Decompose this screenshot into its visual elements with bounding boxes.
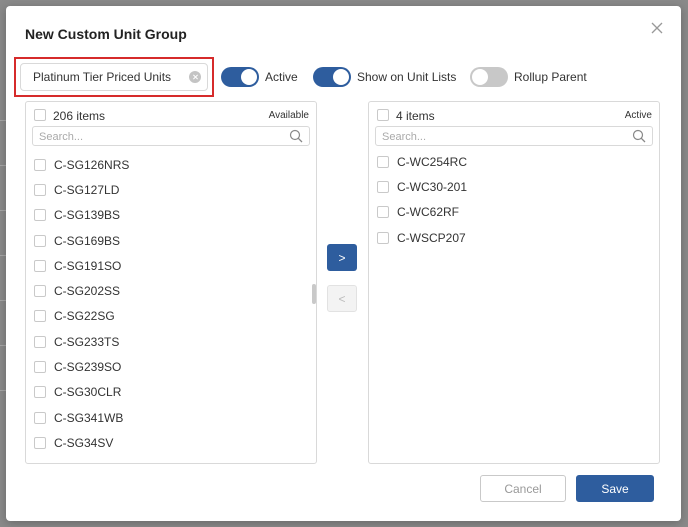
rollup-parent-label: Rollup Parent bbox=[514, 70, 587, 84]
item-label: C-SG34SV bbox=[54, 435, 114, 450]
list-item[interactable]: C-SG127LD bbox=[26, 177, 316, 202]
item-checkbox[interactable] bbox=[34, 335, 46, 348]
available-count: 206 items bbox=[53, 109, 106, 123]
list-item[interactable]: C-SG202SS bbox=[26, 278, 316, 303]
show-on-unit-lists-toggle[interactable] bbox=[313, 67, 351, 87]
cancel-button[interactable]: Cancel bbox=[480, 475, 566, 502]
toggle-knob bbox=[333, 69, 349, 85]
active-search-input[interactable] bbox=[376, 128, 616, 146]
close-icon[interactable] bbox=[649, 20, 665, 36]
scrollbar-thumb[interactable] bbox=[312, 284, 316, 304]
active-toggle-label: Active bbox=[265, 70, 298, 84]
list-item[interactable]: C-SG22SG bbox=[26, 304, 316, 329]
list-item[interactable]: C-WC254RC bbox=[369, 149, 659, 174]
item-label: C-SG22SG bbox=[54, 309, 115, 324]
item-checkbox[interactable] bbox=[34, 386, 46, 399]
move-to-available-button[interactable]: < bbox=[327, 285, 357, 312]
item-checkbox[interactable] bbox=[34, 411, 46, 424]
available-search-input[interactable] bbox=[33, 128, 273, 146]
list-item[interactable]: C-SG239SO bbox=[26, 354, 316, 379]
item-label: C-SG233TS bbox=[54, 334, 120, 349]
item-label: C-SG30CLR bbox=[54, 385, 122, 400]
item-checkbox[interactable] bbox=[34, 285, 46, 298]
rollup-parent-toggle[interactable] bbox=[470, 67, 508, 87]
item-checkbox[interactable] bbox=[34, 310, 46, 323]
list-item[interactable]: C-SG169BS bbox=[26, 228, 316, 253]
item-checkbox[interactable] bbox=[34, 158, 46, 171]
item-checkbox[interactable] bbox=[377, 155, 389, 168]
item-checkbox[interactable] bbox=[34, 361, 46, 374]
list-item[interactable]: C-SG126NRS bbox=[26, 152, 316, 177]
item-checkbox[interactable] bbox=[34, 234, 46, 247]
search-icon[interactable] bbox=[632, 129, 646, 143]
list-item[interactable]: C-SG191SO bbox=[26, 253, 316, 278]
item-label: C-WC62RF bbox=[397, 205, 459, 220]
toggle-knob bbox=[472, 69, 488, 85]
item-checkbox[interactable] bbox=[377, 206, 389, 219]
available-panel: 206 items Available C-SG126NRSC-SG127LDC… bbox=[25, 101, 317, 464]
clear-input-icon[interactable] bbox=[189, 71, 201, 83]
active-panel: 4 items Active C-WC254RC C-WC30-201 C-WC62… bbox=[368, 101, 660, 464]
list-item[interactable]: C-WSCP207 bbox=[369, 225, 659, 250]
item-checkbox[interactable] bbox=[34, 209, 46, 222]
item-label: C-SG126NRS bbox=[54, 157, 130, 172]
active-search bbox=[375, 126, 653, 146]
item-checkbox[interactable] bbox=[34, 183, 46, 196]
item-label: C-SG169BS bbox=[54, 233, 121, 248]
item-label: C-SG341WB bbox=[54, 410, 124, 425]
show-on-unit-lists-label: Show on Unit Lists bbox=[357, 70, 457, 84]
item-checkbox[interactable] bbox=[34, 259, 46, 272]
list-item[interactable]: C-SG34SV bbox=[26, 430, 316, 455]
item-label: C-SG191SO bbox=[54, 258, 122, 273]
list-item[interactable]: C-WC30-201 bbox=[369, 174, 659, 199]
dialog-title: New Custom Unit Group bbox=[25, 26, 187, 42]
item-label: C-SG139BS bbox=[54, 208, 121, 223]
list-item[interactable]: C-WC62RF bbox=[369, 200, 659, 225]
available-search bbox=[32, 126, 310, 146]
item-checkbox[interactable] bbox=[377, 180, 389, 193]
item-label: C-SG127LD bbox=[54, 182, 120, 197]
item-checkbox[interactable] bbox=[34, 436, 46, 449]
list-item[interactable]: C-SG341WB bbox=[26, 405, 316, 430]
item-checkbox[interactable] bbox=[377, 231, 389, 244]
active-header-label: Active bbox=[624, 110, 652, 121]
select-all-available-checkbox[interactable] bbox=[34, 109, 46, 121]
item-label: C-SG202SS bbox=[54, 284, 121, 299]
list-item[interactable]: C-SG139BS bbox=[26, 203, 316, 228]
active-count: 4 items bbox=[396, 109, 435, 123]
group-name-input[interactable] bbox=[20, 63, 208, 91]
item-label: C-WSCP207 bbox=[397, 230, 466, 245]
item-label: C-WC254RC bbox=[397, 154, 468, 169]
available-item-list: C-SG126NRS C-SG127LD C-SG139BS C-SG169BS C-S… bbox=[26, 152, 316, 456]
active-toggle[interactable] bbox=[221, 67, 259, 87]
available-header-label: Available bbox=[268, 110, 309, 121]
move-to-active-button[interactable]: > bbox=[327, 244, 357, 271]
search-icon[interactable] bbox=[289, 129, 303, 143]
item-label: C-WC30-201 bbox=[397, 179, 468, 194]
available-panel-header: 206 items Available bbox=[26, 102, 316, 126]
toggle-knob bbox=[241, 69, 257, 85]
item-label: C-SG239SO bbox=[54, 360, 122, 375]
select-all-active-checkbox[interactable] bbox=[377, 109, 389, 121]
list-item[interactable]: C-SG233TS bbox=[26, 329, 316, 354]
list-item[interactable]: C-SG30CLR bbox=[26, 380, 316, 405]
active-item-list: C-WC254RC C-WC30-201 C-WC62RF C-WSCP207 bbox=[369, 149, 659, 250]
active-panel-header: 4 items Active bbox=[369, 102, 659, 126]
new-custom-unit-group-dialog: New Custom Unit Group Active Show on Uni… bbox=[6, 6, 681, 521]
save-button[interactable]: Save bbox=[576, 475, 654, 502]
